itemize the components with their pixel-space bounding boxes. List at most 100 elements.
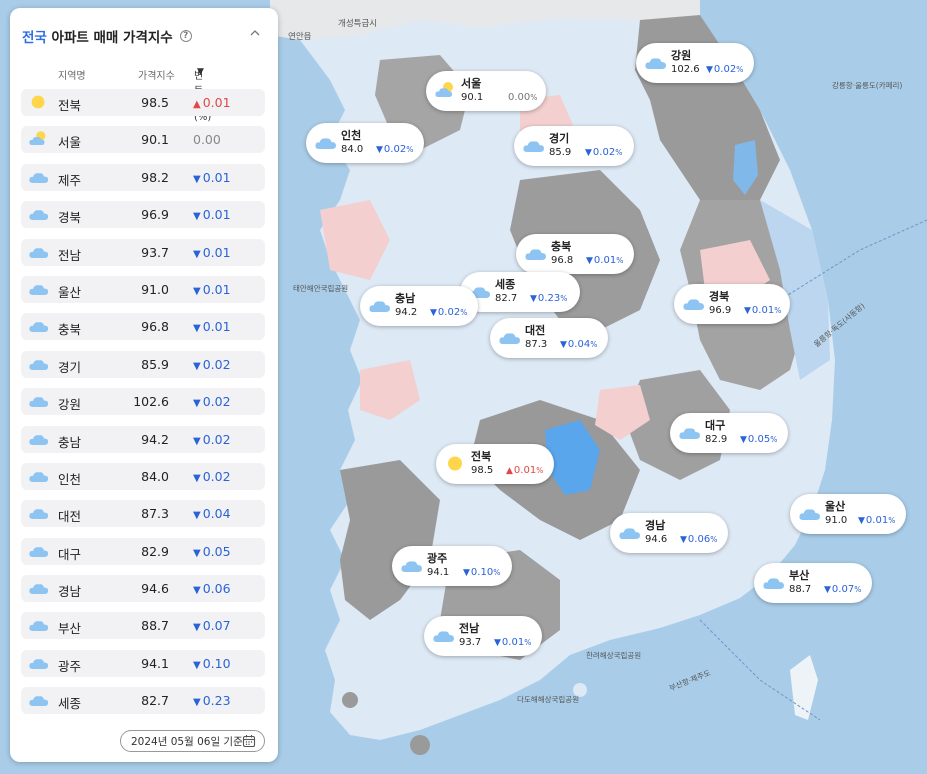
percent-sign: % [536, 466, 544, 475]
table-row[interactable]: 광주 94.1 ▼ 0.10 [21, 649, 265, 677]
triangle-down-icon: ▼ [560, 340, 567, 350]
triangle-up-icon: ▲ [506, 466, 513, 476]
percent-sign: % [615, 148, 623, 157]
table-row[interactable]: 세종 82.7 ▼ 0.23 [21, 687, 265, 715]
bubble-change-number: 0.01 [501, 637, 525, 648]
cloud-icon [28, 616, 50, 634]
region-name: 경기 [58, 359, 82, 375]
map-bubble-gangwon[interactable]: 강원 102.6 ▼0.02% [636, 43, 754, 83]
cloud-icon [28, 243, 50, 261]
index-value: 94.6 [141, 581, 169, 597]
triangle-down-icon: ▼ [680, 535, 687, 545]
map-bubble-seoul[interactable]: 서울 90.1 0.00% [426, 71, 546, 111]
map-bubble-gyeongnam[interactable]: 경남 94.6 ▼0.06% [610, 513, 728, 553]
cloud-icon [522, 136, 546, 155]
index-value: 91.0 [141, 281, 169, 297]
change-value: ▼ 0.07 [193, 618, 231, 633]
question-circle-icon[interactable]: ? [179, 30, 192, 42]
table-row[interactable]: 충북 96.8 ▼ 0.01 [21, 313, 265, 341]
bubble-change-number: 0.02 [713, 64, 737, 75]
map-bubble-jeonbuk[interactable]: 전북 98.5 ▲0.01% [436, 444, 554, 484]
bubble-change: ▼0.01% [586, 255, 623, 266]
table-row[interactable]: 경북 96.9 ▼ 0.01 [21, 201, 265, 229]
table-row[interactable]: 대전 87.3 ▼ 0.04 [21, 500, 265, 528]
bubble-name: 서울 [461, 77, 482, 90]
triangle-down-icon: ▼ [585, 148, 592, 158]
bubble-change: ▼0.10% [463, 567, 500, 578]
index-value: 85.9 [141, 356, 169, 372]
cloud-icon [618, 523, 642, 542]
table-row[interactable]: 부산 88.7 ▼ 0.07 [21, 612, 265, 640]
sun-icon [28, 93, 50, 111]
table-row[interactable]: 전남 93.7 ▼ 0.01 [21, 238, 265, 266]
triangle-down-icon: ▼ [193, 472, 201, 484]
panel-title-region[interactable]: 전국 [22, 30, 47, 46]
map-bubble-daejeon[interactable]: 대전 87.3 ▼0.04% [490, 318, 608, 358]
table-row[interactable]: 충남 94.2 ▼ 0.02 [21, 425, 265, 453]
triangle-down-icon: ▼ [193, 697, 201, 709]
map-bubble-sejong[interactable]: 세종 82.7 ▼0.23% [460, 272, 580, 312]
map-bubble-ulsan[interactable]: 울산 91.0 ▼0.01% [790, 494, 906, 534]
map-bubble-jeonnam[interactable]: 전남 93.7 ▼0.01% [424, 616, 542, 656]
map-bubble-incheon[interactable]: 인천 84.0 ▼0.02% [306, 123, 424, 163]
map-bubble-chungnam[interactable]: 충남 94.2 ▼0.02% [360, 286, 478, 326]
change-number: 0.02 [202, 468, 231, 484]
cloud-icon [498, 328, 522, 347]
cloud-icon [28, 317, 50, 335]
change-number: 0.01 [202, 319, 231, 335]
bubble-change: ▼0.23% [530, 293, 567, 304]
bubble-value: 93.7 [459, 637, 482, 648]
map-label-yeonan: 연안읍 [288, 32, 312, 42]
bubble-change-number: 0.02 [592, 147, 616, 158]
cloud-icon [28, 467, 50, 485]
table-row[interactable]: 제주 98.2 ▼ 0.01 [21, 163, 265, 191]
sun-cloud-icon [28, 130, 50, 148]
table-row[interactable]: 울산 91.0 ▼ 0.01 [21, 275, 265, 303]
cloud-icon [682, 294, 706, 313]
triangle-down-icon[interactable]: ▼ [197, 67, 204, 77]
bubble-name: 광주 [427, 552, 448, 565]
map-bubble-chungbuk[interactable]: 충북 96.8 ▼0.01% [516, 234, 634, 274]
percent-sign: % [774, 306, 782, 315]
bubble-name: 강원 [671, 49, 692, 62]
table-row[interactable]: 경기 85.9 ▼ 0.02 [21, 350, 265, 378]
triangle-down-icon: ▼ [193, 323, 201, 335]
change-number: 0.01 [202, 244, 231, 260]
cloud-icon [28, 392, 50, 410]
bubble-change-number: 0.23 [537, 293, 561, 304]
map-bubble-daegu[interactable]: 대구 82.9 ▼0.05% [670, 413, 788, 453]
percent-sign: % [530, 93, 538, 102]
bubble-value: 85.9 [549, 147, 572, 158]
triangle-down-icon: ▼ [193, 398, 201, 410]
region-name: 제주 [58, 172, 82, 188]
triangle-down-icon: ▼ [586, 256, 593, 266]
index-value: 98.2 [141, 169, 169, 185]
table-row[interactable]: 서울 90.1 0.00 [21, 126, 265, 154]
bubble-name: 대구 [705, 419, 726, 432]
bubble-name: 대전 [525, 324, 546, 337]
table-row[interactable]: 인천 84.0 ▼ 0.02 [21, 462, 265, 490]
region-name: 광주 [58, 658, 82, 674]
table-row[interactable]: 강원 102.6 ▼ 0.02 [21, 388, 265, 416]
map-bubble-busan[interactable]: 부산 88.7 ▼0.07% [754, 563, 872, 603]
index-value: 88.7 [141, 618, 169, 634]
calendar-icon[interactable] [242, 734, 256, 748]
bubble-change-number: 0.02 [437, 307, 461, 318]
cloud-icon [28, 168, 50, 186]
table-row[interactable]: 전북 98.5 ▲ 0.01 [21, 89, 265, 116]
bubble-change-number: 0.07 [831, 584, 855, 595]
region-name: 강원 [58, 397, 82, 413]
table-row[interactable]: 대구 82.9 ▼ 0.05 [21, 537, 265, 565]
map-label-taean: 태안해안국립공원 [293, 284, 349, 293]
date-selector[interactable]: 2024년 05월 06일 기준 [120, 730, 265, 752]
change-number: 0.01 [202, 169, 231, 185]
cloud-icon [28, 579, 50, 597]
bubble-change-number: 0.06 [687, 534, 711, 545]
chevron-up-icon[interactable] [250, 28, 260, 38]
map-bubble-gyeongbuk[interactable]: 경북 96.9 ▼0.01% [674, 284, 790, 324]
table-row[interactable]: 경남 94.6 ▼ 0.06 [21, 575, 265, 603]
map-bubble-gyeonggi[interactable]: 경기 85.9 ▼0.02% [514, 126, 634, 166]
bubble-name: 충남 [395, 292, 416, 305]
percent-sign: % [710, 535, 718, 544]
map-bubble-gwangju[interactable]: 광주 94.1 ▼0.10% [392, 546, 512, 586]
